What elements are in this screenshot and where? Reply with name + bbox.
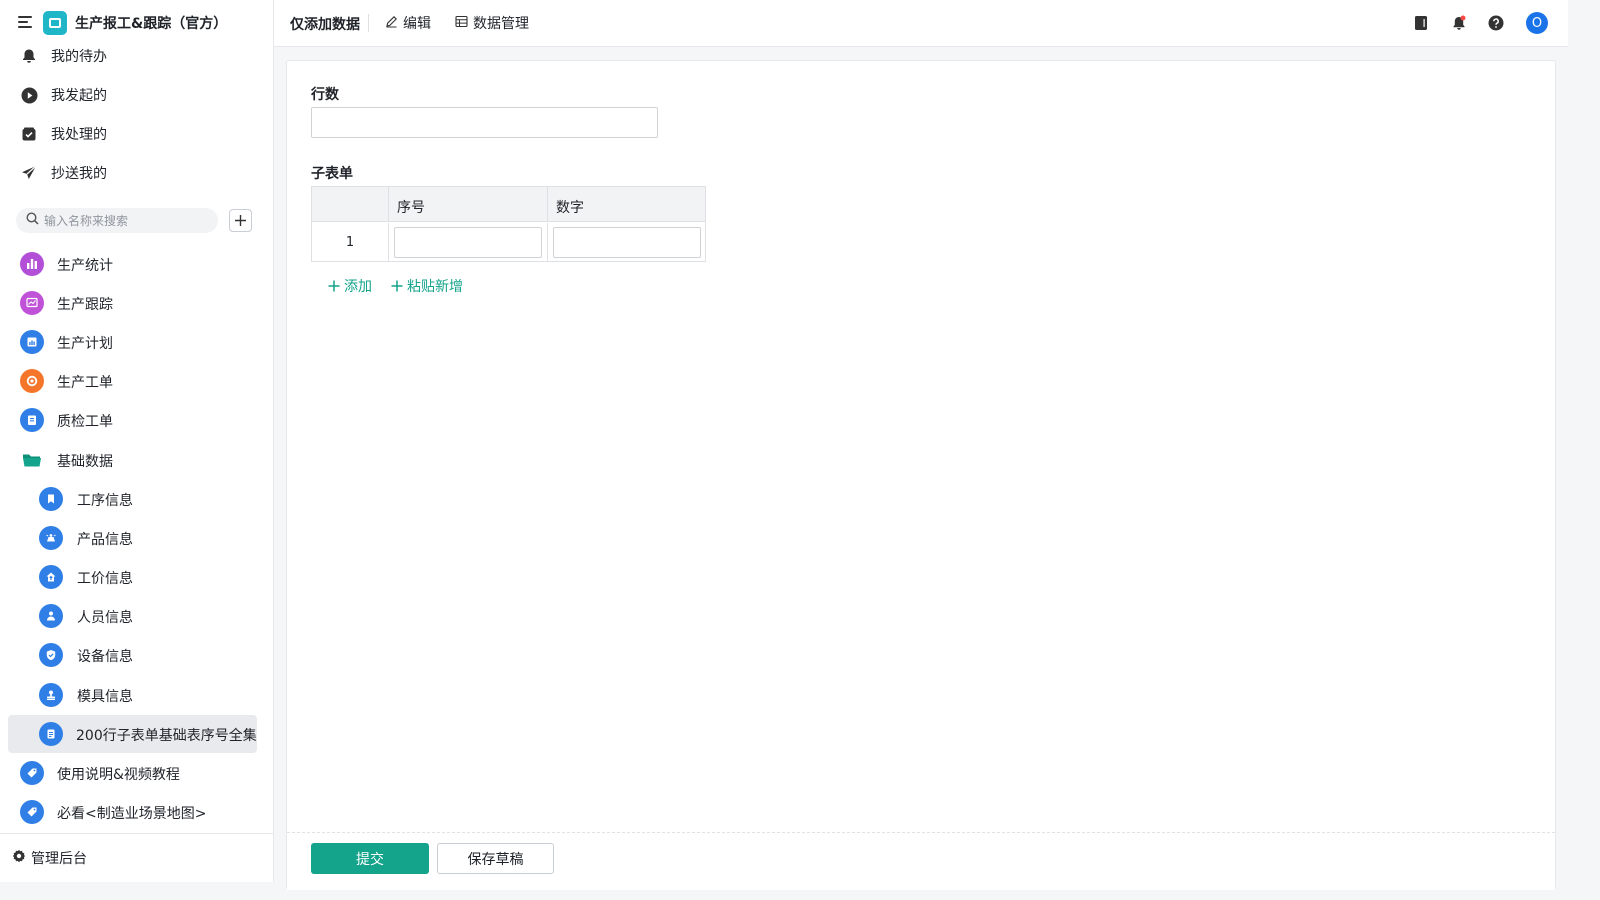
- target-icon: [20, 369, 44, 393]
- save-draft-button[interactable]: 保存草稿: [437, 843, 554, 874]
- paste-add-button[interactable]: 粘贴新增: [391, 276, 463, 296]
- upload-home-icon: [39, 565, 63, 589]
- column-header-number: 数字: [547, 187, 705, 222]
- notification-bell-icon[interactable]: [1450, 14, 1468, 32]
- bar-chart-icon: [20, 252, 44, 276]
- quick-nav-cc-me[interactable]: 抄送我的: [18, 161, 107, 185]
- subtable-header: 序号 数字: [312, 187, 705, 222]
- nav-item-scene-map[interactable]: 必看<制造业场景地图>: [8, 793, 257, 831]
- submit-button[interactable]: 提交: [311, 843, 429, 874]
- menu-toggle-icon[interactable]: [18, 16, 32, 28]
- folder-open-icon: [20, 448, 44, 472]
- top-bar: 仅添加数据 编辑 数据管理 O: [274, 0, 1568, 47]
- quick-nav-my-todo[interactable]: 我的待办: [18, 44, 107, 68]
- add-button[interactable]: [229, 209, 252, 232]
- trend-board-icon: [20, 291, 44, 315]
- add-row-button[interactable]: 添加: [328, 276, 372, 296]
- stamp-icon: [39, 683, 63, 707]
- page-title: 仅添加数据: [290, 17, 360, 33]
- nav-item-200-row-subtable[interactable]: 200行子表单基础表序号全集: [8, 715, 257, 753]
- divider: [388, 223, 389, 261]
- nav-item-base-data-folder[interactable]: 基础数据: [8, 441, 257, 479]
- pencil-icon: [385, 15, 398, 32]
- number-cell-input[interactable]: [553, 227, 701, 258]
- nav-item-process-info[interactable]: 工序信息: [8, 480, 257, 518]
- inbox-check-icon: [18, 123, 40, 145]
- document-icon: [39, 722, 63, 746]
- row-index: 1: [345, 234, 355, 250]
- send-icon: [18, 162, 40, 184]
- nav-item-production-stats[interactable]: 生产统计: [8, 245, 257, 283]
- divider: [368, 14, 369, 32]
- subtable-label: 子表单: [311, 166, 353, 182]
- nav-item-production-plan[interactable]: 生产计划: [8, 323, 257, 361]
- data-manage-button[interactable]: 数据管理: [455, 13, 529, 33]
- nav-item-mold-info[interactable]: 模具信息: [8, 676, 257, 714]
- nav-item-qc-order[interactable]: 质检工单: [8, 401, 257, 439]
- nav-item-usage-guide[interactable]: 使用说明&视频教程: [8, 754, 257, 792]
- search-box: [16, 208, 218, 233]
- quick-nav-my-started[interactable]: 我发起的: [18, 83, 107, 107]
- shield-check-icon: [39, 643, 63, 667]
- plus-icon: [235, 215, 246, 226]
- nav-item-staff-info[interactable]: 人员信息: [8, 597, 257, 635]
- app-title: 生产报工&跟踪（官方）: [75, 16, 228, 32]
- calendar-chart-icon: [20, 330, 44, 354]
- help-icon[interactable]: [1487, 14, 1505, 32]
- nav-item-wage-info[interactable]: 工价信息: [8, 558, 257, 596]
- play-circle-icon: [18, 84, 40, 106]
- form-card: 行数 子表单 序号 数字 1 添加 粘贴新增 提交 保存草稿: [286, 60, 1556, 890]
- avatar[interactable]: O: [1526, 12, 1548, 34]
- app-logo-icon: [43, 11, 67, 35]
- rows-field-label: 行数: [311, 87, 339, 103]
- seq-cell-input[interactable]: [394, 227, 542, 258]
- tag-icon: [20, 761, 44, 785]
- edit-button[interactable]: 编辑: [385, 13, 431, 33]
- rows-input[interactable]: [311, 107, 658, 138]
- notebook-icon[interactable]: [1412, 14, 1430, 32]
- nav-item-production-tracking[interactable]: 生产跟踪: [8, 284, 257, 322]
- divider: [547, 223, 548, 261]
- column-header-seq: 序号: [388, 187, 547, 222]
- gear-icon: [12, 849, 26, 867]
- tag-icon: [20, 800, 44, 824]
- search-icon: [26, 212, 39, 229]
- product-icon: [39, 526, 63, 550]
- sidebar: 生产报工&跟踪（官方） 我的待办 我发起的 我处理的 抄送我的 输入名称来搜索 …: [0, 0, 274, 882]
- nav-item-product-info[interactable]: 产品信息: [8, 519, 257, 557]
- person-icon: [39, 604, 63, 628]
- form-footer: 提交 保存草稿: [287, 832, 1555, 890]
- bookmark-icon: [39, 487, 63, 511]
- app-header: 生产报工&跟踪（官方）: [0, 0, 274, 46]
- clipboard-icon: [20, 408, 44, 432]
- quick-nav-my-handled[interactable]: 我处理的: [18, 122, 107, 146]
- bell-icon: [18, 45, 40, 67]
- nav-item-equipment-info[interactable]: 设备信息: [8, 636, 257, 674]
- search-input[interactable]: [44, 213, 204, 228]
- plus-icon: [391, 280, 403, 292]
- table-icon: [455, 15, 468, 32]
- admin-console-link[interactable]: 管理后台: [0, 833, 273, 882]
- nav-item-production-order[interactable]: 生产工单: [8, 362, 257, 400]
- plus-icon: [328, 280, 340, 292]
- subtable: 序号 数字 1: [311, 186, 706, 262]
